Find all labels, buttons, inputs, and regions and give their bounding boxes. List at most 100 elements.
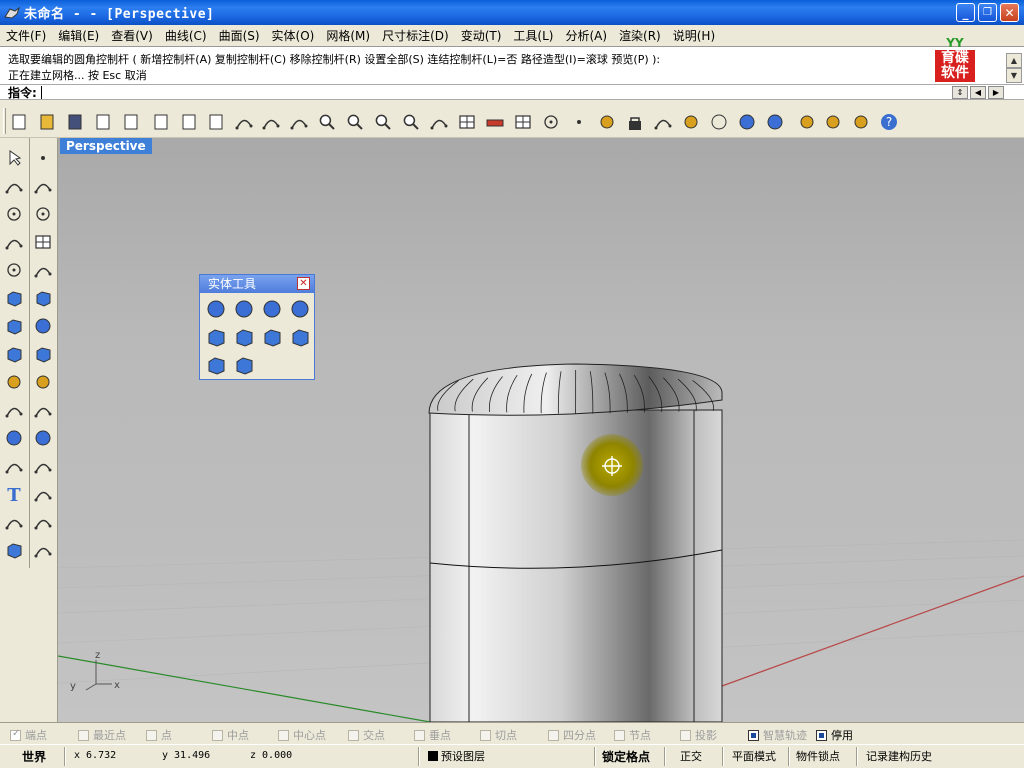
menu-render[interactable]: 渲染(R) xyxy=(613,27,667,44)
menu-mesh[interactable]: 网格(M) xyxy=(320,27,376,44)
perspective-viewport[interactable]: x z y Perspective xyxy=(58,138,1024,722)
import-icon[interactable] xyxy=(120,111,142,133)
osnap-option[interactable]: 切点 xyxy=(480,727,517,743)
osnap-checkbox[interactable] xyxy=(278,729,289,741)
four-viewports-icon[interactable] xyxy=(456,111,478,133)
pan-hand-icon[interactable] xyxy=(260,111,282,133)
text-icon[interactable]: T xyxy=(3,483,25,505)
menu-help[interactable]: 说明(H) xyxy=(667,27,721,44)
arrow-left-icon[interactable]: ◀ xyxy=(970,86,986,99)
osnap-option[interactable]: 交点 xyxy=(348,727,385,743)
point-object-icon[interactable] xyxy=(568,111,590,133)
boolean-intersection-icon[interactable] xyxy=(260,297,284,321)
cap-holes-icon[interactable] xyxy=(204,325,228,349)
sphere-icon[interactable] xyxy=(32,315,54,337)
osnap-checkbox[interactable] xyxy=(816,729,827,741)
osnap-checkbox[interactable] xyxy=(146,729,157,741)
extrude-face-icon[interactable] xyxy=(260,325,284,349)
grid-plane-icon[interactable] xyxy=(512,111,534,133)
command-input[interactable] xyxy=(40,85,941,99)
surface-icon[interactable] xyxy=(3,287,25,309)
osnap-option[interactable]: 点 xyxy=(146,727,172,743)
solid-tools-panel[interactable]: 实体工具 ✕ xyxy=(199,274,315,380)
boolean-split-icon[interactable] xyxy=(288,297,312,321)
flag-icon[interactable] xyxy=(796,111,818,133)
osnap-checkbox[interactable]: ✓ xyxy=(10,728,21,741)
osnap-option[interactable]: 停用 xyxy=(816,727,853,743)
arc-icon[interactable] xyxy=(3,231,25,253)
open-folder-icon[interactable] xyxy=(36,111,58,133)
restore-button[interactable]: ❐ xyxy=(978,3,997,22)
boolean-union-icon[interactable] xyxy=(3,427,25,449)
osnap-option[interactable]: 四分点 xyxy=(548,727,596,743)
menu-file[interactable]: 文件(F) xyxy=(0,27,52,44)
boolean-union-icon[interactable] xyxy=(204,297,228,321)
gear-icon[interactable] xyxy=(822,111,844,133)
osnap-checkbox[interactable] xyxy=(212,729,223,741)
layer-status[interactable]: 预设图层 xyxy=(428,748,485,764)
close-icon[interactable]: ✕ xyxy=(297,277,310,290)
viewport-title-tab[interactable]: Perspective xyxy=(60,138,152,154)
osnap-option[interactable]: 垂点 xyxy=(414,727,451,743)
patch-icon[interactable] xyxy=(32,287,54,309)
ellipse-icon[interactable] xyxy=(32,203,54,225)
trim-icon[interactable] xyxy=(3,399,25,421)
boolean-difference-icon[interactable] xyxy=(232,297,256,321)
options-icon[interactable] xyxy=(850,111,872,133)
menu-solid[interactable]: 实体(O) xyxy=(266,27,321,44)
render-sphere-icon[interactable] xyxy=(764,111,786,133)
osnap-option[interactable]: 节点 xyxy=(614,727,651,743)
car-icon[interactable] xyxy=(484,111,506,133)
solid-box-icon[interactable] xyxy=(204,353,228,377)
help-icon[interactable]: ? xyxy=(878,111,900,133)
close-button[interactable]: ✕ xyxy=(1000,3,1019,22)
osnap-option[interactable]: 智慧轨迹 xyxy=(748,727,807,743)
osnap-checkbox[interactable] xyxy=(680,729,691,741)
cylinder-icon[interactable] xyxy=(3,343,25,365)
save-icon[interactable] xyxy=(64,111,86,133)
osnap-option[interactable]: 最近点 xyxy=(78,727,126,743)
lock-icon[interactable] xyxy=(624,111,646,133)
osnap-toggle[interactable]: 物件锁点 xyxy=(796,748,840,764)
menu-tools[interactable]: 工具(L) xyxy=(507,27,559,44)
freeform-curve-icon[interactable] xyxy=(32,259,54,281)
menu-analyze[interactable]: 分析(A) xyxy=(559,27,613,44)
record-history-toggle[interactable]: 记录建构历史 xyxy=(866,748,932,764)
shaded-sphere-icon[interactable] xyxy=(736,111,758,133)
osnap-option[interactable]: 中点 xyxy=(212,727,249,743)
rectangle-icon[interactable] xyxy=(32,231,54,253)
scroll-up-icon[interactable]: ▲ xyxy=(1006,53,1022,68)
toolbar-grip[interactable] xyxy=(3,108,6,134)
solid-tools-icon[interactable] xyxy=(3,539,25,561)
dimension-icon[interactable] xyxy=(32,511,54,533)
minimize-button[interactable]: _ xyxy=(956,3,975,22)
osnap-checkbox[interactable] xyxy=(414,729,425,741)
zoom-extents-icon[interactable] xyxy=(372,111,394,133)
command-history-dropdown-icon[interactable]: ⇕ xyxy=(952,86,968,99)
zoom-selected-icon[interactable] xyxy=(400,111,422,133)
cplane-status[interactable]: 世界 xyxy=(22,748,46,765)
osnap-checkbox[interactable] xyxy=(348,729,359,741)
menu-surface[interactable]: 曲面(S) xyxy=(213,27,266,44)
menu-transform[interactable]: 变动(T) xyxy=(455,27,508,44)
circle-icon[interactable] xyxy=(3,203,25,225)
osnap-option[interactable]: 中心点 xyxy=(278,727,326,743)
polygon-icon[interactable] xyxy=(3,259,25,281)
undo-view-icon[interactable] xyxy=(428,111,450,133)
osnap-checkbox[interactable] xyxy=(548,729,559,741)
lightning-icon[interactable] xyxy=(32,371,54,393)
arrow-right-icon[interactable]: ▶ xyxy=(988,86,1004,99)
explode-icon[interactable] xyxy=(3,371,25,393)
fillet-icon[interactable] xyxy=(3,455,25,477)
grid-snap-toggle[interactable]: 锁定格点 xyxy=(602,748,650,765)
menu-dimension[interactable]: 尺寸标注(D) xyxy=(376,27,455,44)
ortho-toggle[interactable]: 正交 xyxy=(680,748,702,764)
color-wheel-icon[interactable] xyxy=(680,111,702,133)
extend-icon[interactable] xyxy=(32,455,54,477)
ruler-icon[interactable] xyxy=(32,539,54,561)
osnap-checkbox[interactable] xyxy=(480,729,491,741)
osnap-checkbox[interactable] xyxy=(614,729,625,741)
menu-edit[interactable]: 编辑(E) xyxy=(52,27,105,44)
scroll-down-icon[interactable]: ▼ xyxy=(1006,68,1022,83)
zoom-window-icon[interactable] xyxy=(344,111,366,133)
